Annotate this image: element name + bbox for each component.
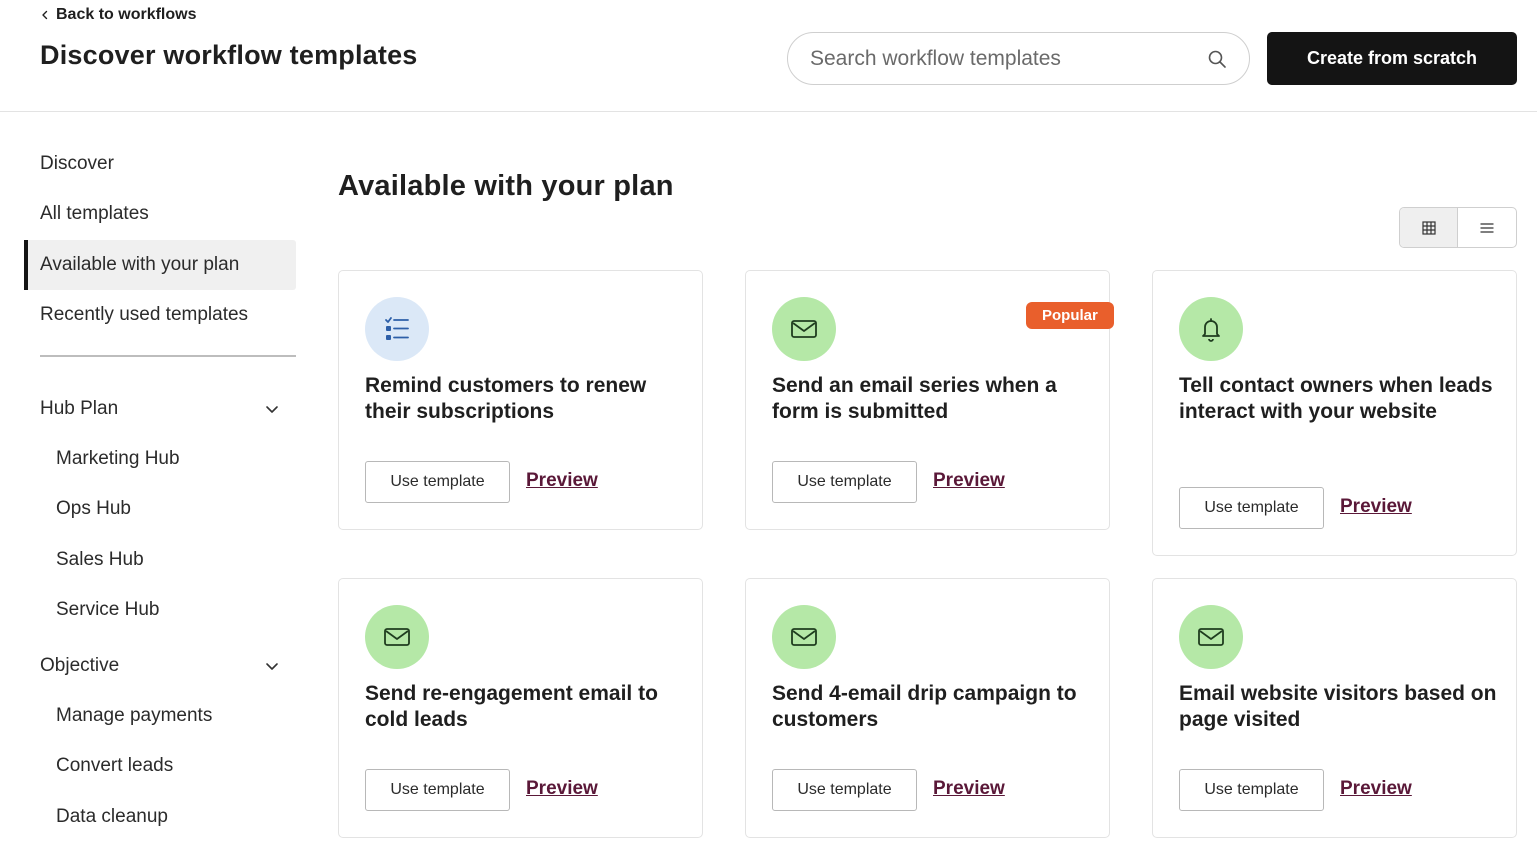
- card-title: Send re-engagement email to cold leads: [365, 682, 658, 731]
- filter-group-label: Objective: [40, 655, 120, 676]
- template-card: Popular Send an email series when a form…: [745, 270, 1114, 530]
- card-title: Email website visitors based on page vis…: [1179, 682, 1497, 731]
- preview-link[interactable]: Preview: [933, 778, 1005, 800]
- card-title: Remind customers to renew their subscrip…: [365, 374, 647, 423]
- card-icon-circle: [1179, 297, 1243, 361]
- popular-badge: Popular: [1026, 302, 1114, 329]
- template-card: Email website visitors based on page vis…: [1152, 578, 1517, 838]
- filter-group-hub-plan[interactable]: Hub Plan: [40, 389, 280, 429]
- card-title: Send 4-email drip campaign to customers: [772, 682, 1077, 731]
- sidebar-item-available-with-plan[interactable]: Available with your plan: [24, 240, 296, 290]
- filter-sales-hub[interactable]: Sales Hub: [56, 542, 144, 578]
- card-title: Tell contact owners when leads interact …: [1179, 374, 1493, 423]
- envelope-icon: [791, 320, 817, 338]
- preview-link[interactable]: Preview: [1340, 778, 1412, 800]
- card-icon-circle: [1179, 605, 1243, 669]
- filter-ops-hub[interactable]: Ops Hub: [56, 491, 131, 527]
- chevron-down-icon: [266, 406, 278, 413]
- filter-group-label: Hub Plan: [40, 398, 119, 419]
- sidebar: Discover All templates Available with yo…: [0, 112, 310, 853]
- sidebar-item-label: Available with your plan: [40, 254, 240, 275]
- list-view-button[interactable]: [1458, 208, 1516, 247]
- envelope-icon: [1198, 628, 1224, 646]
- template-card: Send 4-email drip campaign to customers …: [745, 578, 1110, 838]
- preview-link[interactable]: Preview: [526, 778, 598, 800]
- filter-marketing-hub[interactable]: Marketing Hub: [56, 441, 180, 477]
- sidebar-item-all-templates[interactable]: All templates: [24, 189, 296, 239]
- template-card: Send re-engagement email to cold leads U…: [338, 578, 703, 838]
- template-card: Remind customers to renew their subscrip…: [338, 270, 703, 530]
- view-toggle: [1399, 207, 1517, 248]
- page-title: Discover workflow templates: [40, 40, 418, 70]
- preview-link[interactable]: Preview: [526, 470, 598, 492]
- grid-icon: [1421, 220, 1436, 235]
- envelope-icon: [384, 628, 410, 646]
- card-icon-circle: [365, 605, 429, 669]
- back-to-workflows-link[interactable]: Back to workflows: [40, 6, 196, 24]
- preview-link[interactable]: Preview: [933, 470, 1005, 492]
- filter-data-cleanup[interactable]: Data cleanup: [56, 799, 168, 835]
- page-header: Back to workflows Discover workflow temp…: [0, 0, 1537, 112]
- sidebar-item-label: Discover: [40, 153, 114, 174]
- chevron-down-icon: [266, 663, 278, 670]
- sidebar-item-label: All templates: [40, 203, 149, 224]
- template-card: Tell contact owners when leads interact …: [1152, 270, 1517, 556]
- sidebar-divider: [40, 355, 296, 357]
- use-template-button[interactable]: Use template: [365, 461, 510, 503]
- checklist-icon: [385, 317, 409, 340]
- sidebar-item-discover[interactable]: Discover: [24, 139, 296, 189]
- search-input[interactable]: [810, 46, 1207, 71]
- grid-view-button[interactable]: [1400, 208, 1459, 247]
- use-template-button[interactable]: Use template: [772, 461, 917, 503]
- filter-service-hub[interactable]: Service Hub: [56, 592, 160, 628]
- sidebar-item-recently-used[interactable]: Recently used templates: [24, 290, 296, 340]
- bell-icon: [1202, 318, 1220, 342]
- search-box[interactable]: [787, 32, 1250, 85]
- filter-group-objective[interactable]: Objective: [40, 646, 280, 686]
- card-title: Send an email series when a form is subm…: [772, 374, 1057, 423]
- sidebar-item-label: Recently used templates: [40, 304, 249, 325]
- card-icon-circle: [772, 605, 836, 669]
- use-template-button[interactable]: Use template: [1179, 769, 1324, 811]
- chevron-left-icon: [42, 10, 48, 20]
- card-icon-circle: [772, 297, 836, 361]
- create-from-scratch-button[interactable]: Create from scratch: [1267, 32, 1517, 85]
- envelope-icon: [791, 628, 817, 646]
- card-icon-circle: [365, 297, 429, 361]
- preview-link[interactable]: Preview: [1340, 496, 1412, 518]
- back-link-label: Back to workflows: [56, 6, 197, 23]
- use-template-button[interactable]: Use template: [772, 769, 917, 811]
- filter-convert-leads[interactable]: Convert leads: [56, 748, 173, 784]
- use-template-button[interactable]: Use template: [365, 769, 510, 811]
- list-icon: [1480, 222, 1494, 233]
- filter-manage-payments[interactable]: Manage payments: [56, 698, 212, 734]
- section-title: Available with your plan: [338, 170, 674, 202]
- search-icon[interactable]: [1207, 49, 1227, 69]
- use-template-button[interactable]: Use template: [1179, 487, 1324, 529]
